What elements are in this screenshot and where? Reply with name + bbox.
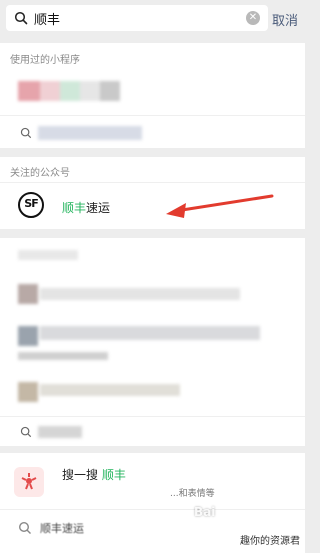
sousou-title: 搜一搜 顺丰 <box>62 466 126 483</box>
mini-programs-section: 使用过的小程序 <box>0 43 305 148</box>
search-query-text: 顺丰 <box>34 13 61 28</box>
search-header: 顺丰 ✕ 取消 <box>0 0 305 36</box>
search-icon <box>20 426 32 438</box>
sousou-prefix: 搜一搜 <box>62 468 99 482</box>
search-icon <box>14 11 28 25</box>
blurred-link-text <box>38 126 142 140</box>
sf-express-logo: SF <box>18 192 44 218</box>
more-results-row[interactable] <box>0 416 305 446</box>
baidu-watermark: Bai <box>194 505 216 519</box>
name-highlight: 顺丰 <box>62 201 87 215</box>
blurred-result-rows <box>18 250 260 402</box>
articles-section <box>0 238 305 446</box>
sousou-highlight: 顺丰 <box>101 468 126 482</box>
section-title-official-accounts: 关注的公众号 <box>10 168 70 179</box>
blurred-link-text <box>38 426 82 438</box>
divider <box>0 509 305 510</box>
name-rest: 速运 <box>86 201 111 215</box>
divider <box>0 182 305 183</box>
mini-program-list[interactable] <box>18 81 128 107</box>
blurred-mini-program-icons <box>18 81 120 101</box>
account-watermark: 趣你的资源君 <box>240 536 300 547</box>
blurred-results[interactable] <box>18 244 278 418</box>
cancel-button[interactable]: 取消 <box>272 10 298 29</box>
search-icon <box>18 521 31 534</box>
sousou-icon <box>14 467 44 497</box>
clear-icon[interactable]: ✕ <box>246 11 260 25</box>
section-title-mini-programs: 使用过的小程序 <box>10 55 80 66</box>
official-account-name: 顺丰速运 <box>62 199 110 216</box>
official-accounts-section: 关注的公众号 SF 顺丰速运 <box>0 157 305 229</box>
sousou-subtitle: ...和表情等 <box>170 489 215 499</box>
search-input[interactable]: 顺丰 ✕ <box>6 5 268 31</box>
more-mini-programs-row[interactable] <box>0 115 305 148</box>
search-icon <box>20 127 32 139</box>
search-suggestion-text: 顺丰速运 <box>40 522 84 535</box>
